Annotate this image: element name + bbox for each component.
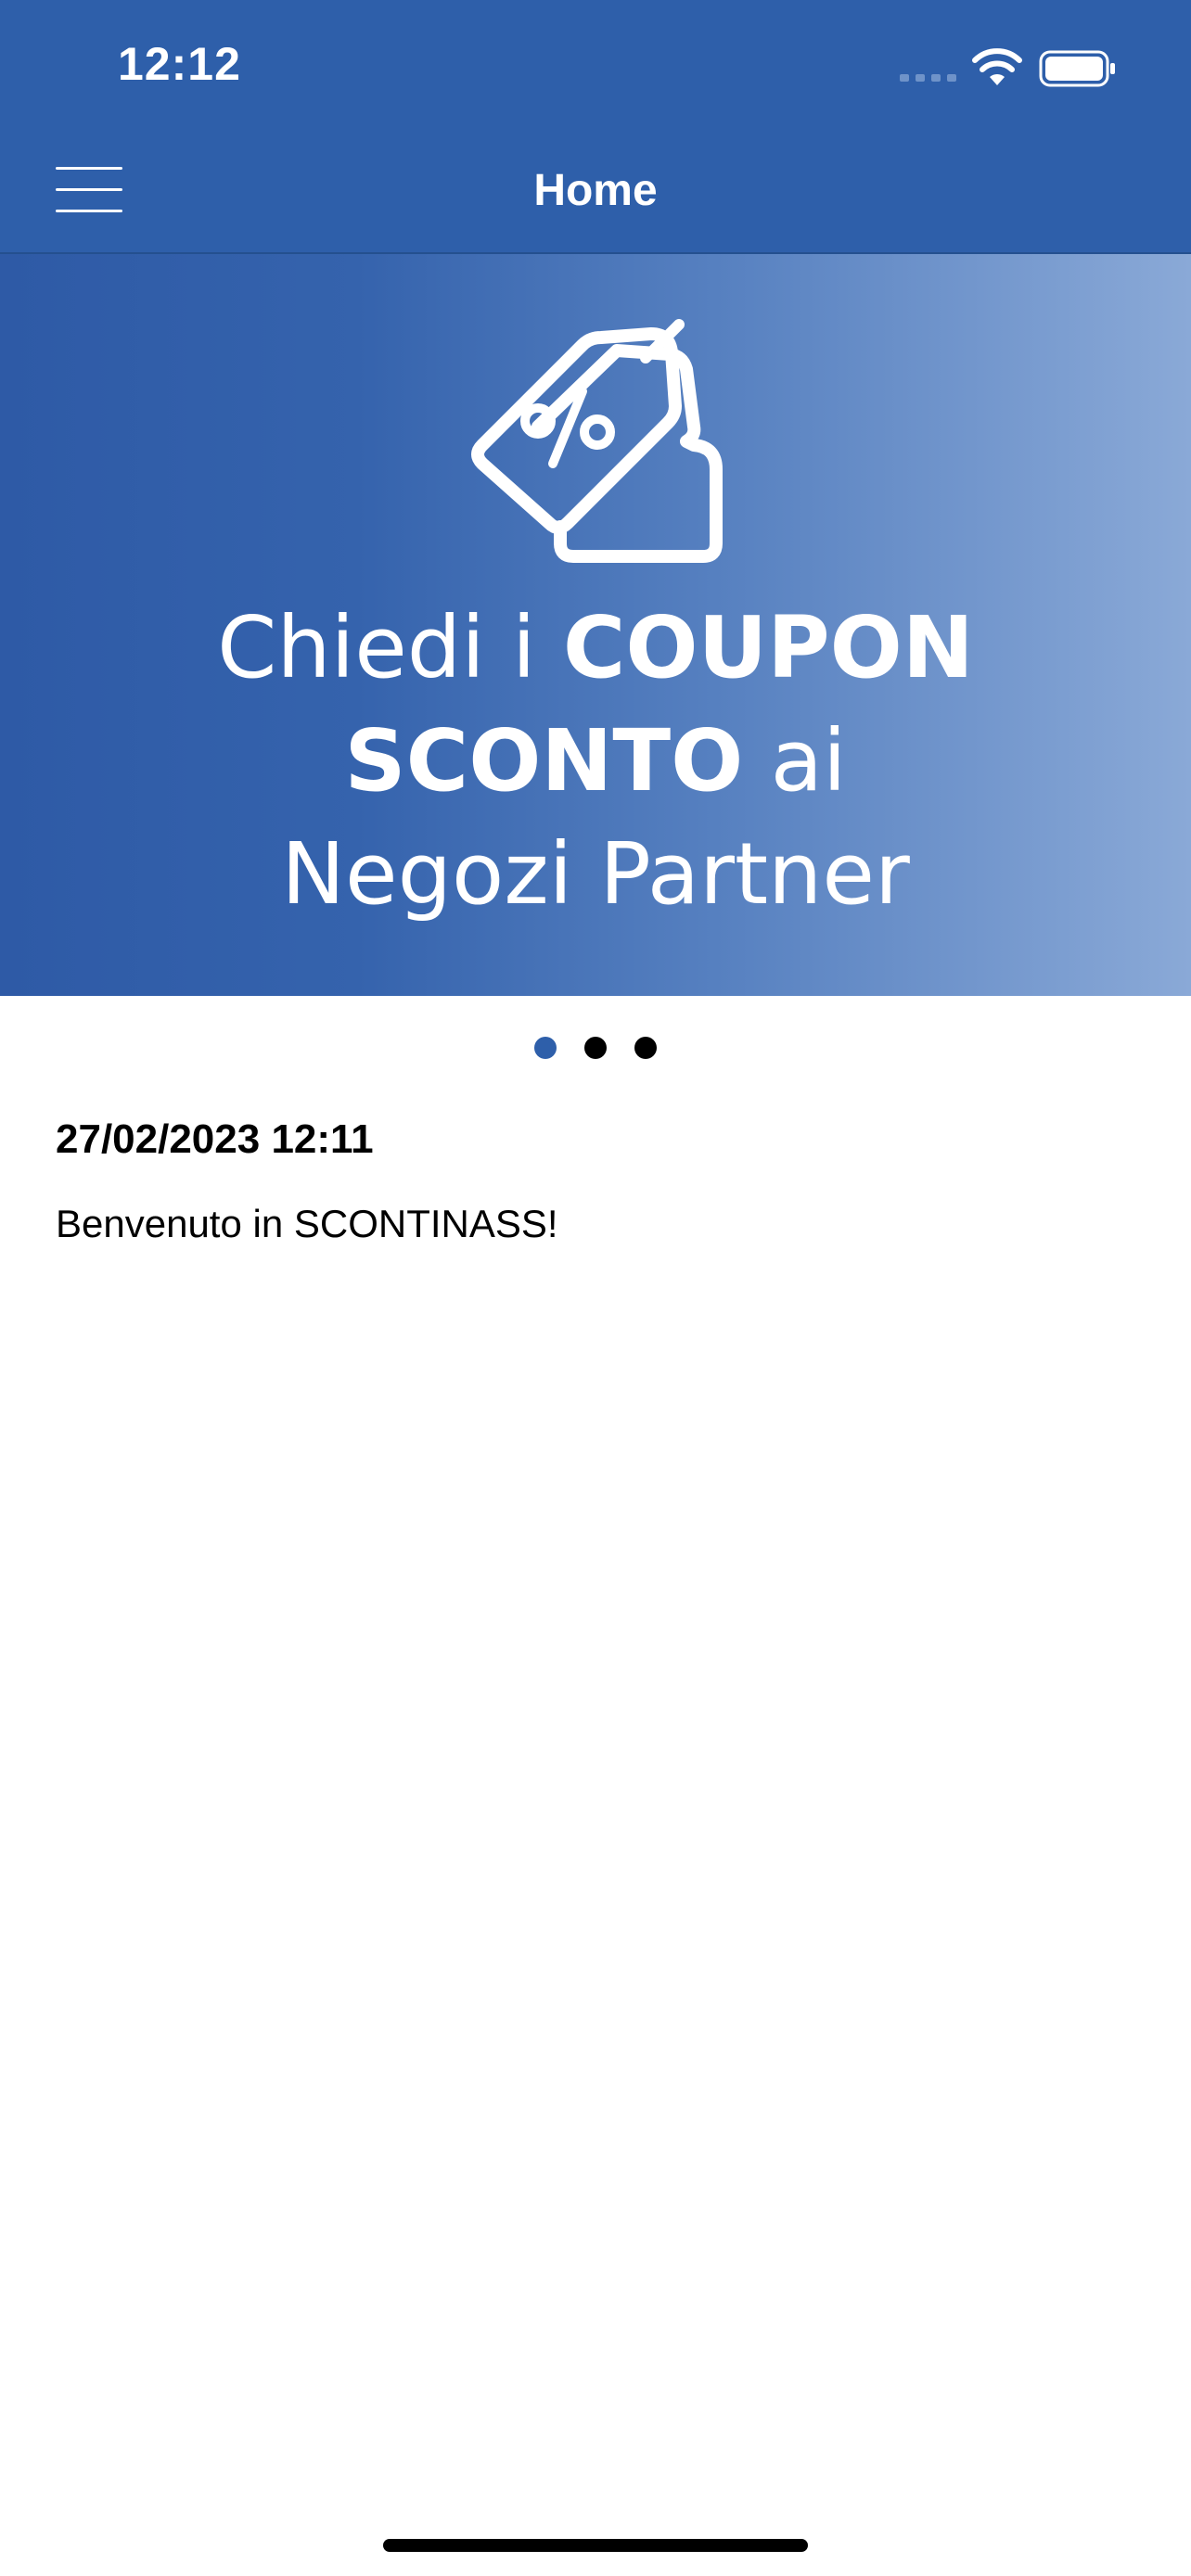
message-date: 27/02/2023 12:11 xyxy=(56,1116,374,1162)
wifi-icon xyxy=(972,48,1022,85)
carousel-page-indicator xyxy=(0,1037,1191,1059)
banner-line3: Negozi Partner xyxy=(281,824,910,924)
cellular-signal-icon xyxy=(900,74,956,82)
banner-line1-bold: COUPON xyxy=(562,598,974,697)
carousel-dot-3[interactable] xyxy=(634,1037,657,1059)
coupon-tag-percent-icon xyxy=(471,319,723,563)
app-header: 12:12 Home xyxy=(0,0,1191,254)
message-text: Benvenuto in SCONTINASS! xyxy=(56,1202,558,1245)
battery-icon xyxy=(1039,50,1115,87)
banner-line2-normal: ai xyxy=(743,711,847,810)
carousel-dot-1[interactable] xyxy=(534,1037,557,1059)
home-indicator[interactable] xyxy=(383,2539,808,2552)
banner-headline: Chiedi i COUPON SCONTO ai Negozi Partner xyxy=(0,592,1191,931)
banner-line1-normal: Chiedi i xyxy=(217,598,563,697)
page-title: Home xyxy=(533,166,658,215)
promo-banner[interactable]: Chiedi i COUPON SCONTO ai Negozi Partner xyxy=(0,254,1191,996)
carousel-dot-2[interactable] xyxy=(584,1037,607,1059)
status-bar-time: 12:12 xyxy=(118,38,241,90)
banner-line2-bold: SCONTO xyxy=(344,711,744,810)
